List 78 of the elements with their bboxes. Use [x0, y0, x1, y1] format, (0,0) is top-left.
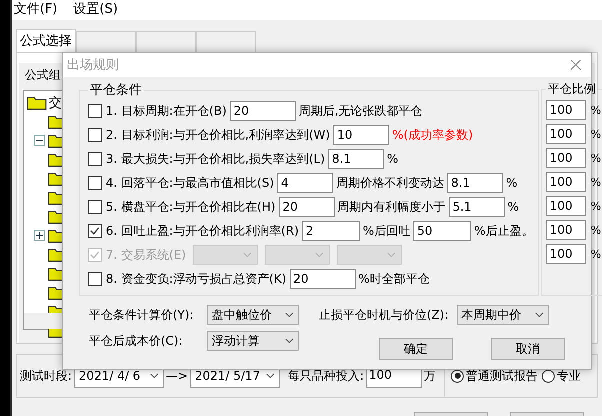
condition-text: 7. 交易系统(E): [106, 246, 186, 264]
unit-label: %: [590, 176, 602, 188]
condition-text: %: [508, 200, 520, 214]
input-field[interactable]: 100: [546, 100, 586, 120]
investment-label: 每只品种投入:: [288, 368, 364, 384]
input-field[interactable]: 50: [413, 221, 472, 241]
condition-text: 6. 回吐止盈:与开仓价相比利润率(R): [106, 222, 300, 240]
unit-label: 万: [424, 368, 436, 384]
expander-icon[interactable]: [34, 135, 45, 146]
dialog-title: 出场规则: [67, 57, 119, 74]
condition-text: 5. 横盘平仓:与开仓价相比在(H): [106, 198, 276, 216]
input-field[interactable]: 100: [546, 196, 586, 216]
condition-text: 周期后,无论张跌都平仓: [298, 102, 423, 120]
condition-text: %后回吐: [363, 222, 410, 240]
input-field[interactable]: 4: [277, 173, 334, 193]
condition-text: %: [387, 152, 399, 166]
condition-text: 周期内有利幅度小于: [338, 198, 446, 216]
option-label: 止损平仓时机与价位(Z):: [319, 306, 449, 324]
chevron-icon[interactable]: [285, 312, 294, 318]
chevron-icon[interactable]: [266, 373, 276, 379]
folder-icon: [27, 96, 47, 110]
condition-text: 2. 目标利润:与开仓价相比,利润率达到(W): [106, 126, 330, 144]
expander-icon[interactable]: [34, 230, 45, 241]
tree-item[interactable]: 交: [49, 94, 62, 112]
group-title: 平仓比例: [546, 81, 597, 98]
group-title: 平仓条件: [89, 82, 143, 99]
menu-item[interactable]: 设置(S): [74, 0, 118, 18]
condition-text: 1. 目标周期:在开仓(B): [106, 102, 227, 120]
condition-text: %后止盈。: [474, 222, 534, 240]
menu-item[interactable]: 文件(F): [14, 0, 58, 18]
input-field[interactable]: 5.1: [448, 197, 505, 217]
input-field[interactable]: 100: [546, 244, 586, 264]
input-field[interactable]: 100: [546, 148, 586, 168]
unit-label: %: [590, 152, 602, 164]
input-field[interactable]: 20: [290, 269, 356, 289]
unit-label: %: [590, 128, 602, 140]
dropdown[interactable]: 浮动计算: [207, 331, 299, 351]
dialog-button[interactable]: 取消: [491, 338, 565, 360]
chevron-icon[interactable]: [285, 338, 294, 344]
condition-text: 3. 最大损失:与开仓价相比,损失率达到(L): [106, 150, 326, 168]
checkbox[interactable]: [88, 104, 102, 118]
input-field[interactable]: 8.1: [447, 173, 504, 193]
chevron-icon[interactable]: [150, 373, 160, 379]
checkbox[interactable]: [88, 200, 102, 214]
dialog-button[interactable]: 确定: [379, 338, 453, 360]
input-field[interactable]: 20: [278, 197, 335, 217]
note-text: %(成功率参数): [392, 126, 474, 144]
condition-text: 8. 资金变负:浮动亏损占总资产(K): [106, 270, 287, 288]
unit-label: %: [590, 224, 602, 236]
input-field[interactable]: 100: [546, 124, 586, 144]
checkbox[interactable]: [88, 128, 102, 142]
condition-text: %: [506, 176, 518, 190]
unit-label: %: [590, 200, 602, 212]
input-field[interactable]: 2: [302, 221, 360, 241]
input-field[interactable]: 20: [230, 101, 296, 121]
checkbox[interactable]: [88, 152, 102, 166]
input-field[interactable]: 8.1: [328, 149, 384, 169]
checkbox[interactable]: [88, 176, 102, 190]
checkbox[interactable]: [88, 224, 102, 238]
tab[interactable]: 公式选择: [16, 29, 76, 52]
unit-label: %: [590, 248, 602, 260]
chevron-icon[interactable]: [534, 312, 544, 318]
group-label: 公式组: [25, 68, 61, 82]
close-icon[interactable]: [571, 60, 581, 70]
period-label: 测试时段:: [20, 368, 72, 384]
option-label: 平仓后成本价(C):: [89, 332, 184, 350]
input-field[interactable]: 100: [546, 220, 586, 240]
arrow-text: —>: [166, 369, 188, 383]
condition-text: %时全部平仓: [358, 270, 430, 288]
dropdown[interactable]: 本周期中价: [456, 305, 549, 325]
checkbox[interactable]: [88, 272, 102, 286]
unit-label: %: [590, 104, 602, 116]
input-field[interactable]: 100: [546, 172, 586, 192]
option-label: 平仓条件计算价(Y):: [89, 306, 195, 324]
dropdown[interactable]: 盘中触位价: [207, 305, 299, 325]
condition-text: 周期价格不利变动达: [336, 174, 444, 192]
condition-text: 4. 回落平仓:与最高市值相比(S): [106, 174, 274, 192]
input-field[interactable]: 10: [333, 125, 390, 145]
